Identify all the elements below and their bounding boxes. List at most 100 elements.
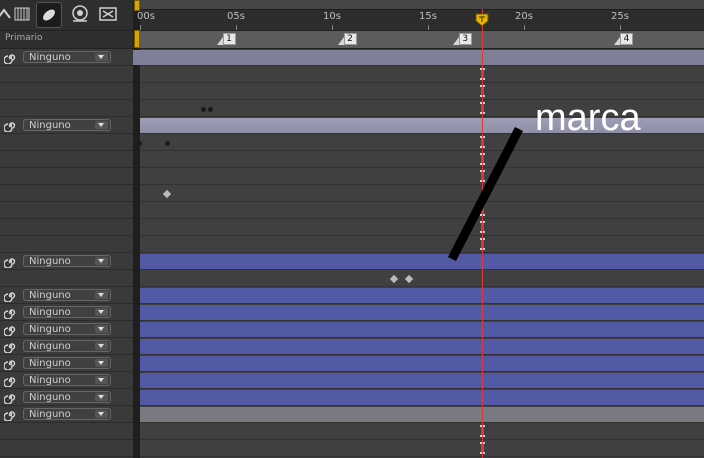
layer-row[interactable]: Ninguno <box>0 253 133 270</box>
keyframe-dot[interactable] <box>208 107 213 112</box>
work-area-bar[interactable] <box>140 0 704 10</box>
layer-row[interactable] <box>0 219 133 236</box>
layer-duration-bar[interactable] <box>140 254 704 269</box>
layer-track[interactable] <box>140 66 704 83</box>
layer-row[interactable] <box>0 168 133 185</box>
parent-dropdown[interactable]: Ninguno <box>23 323 111 335</box>
layer-track[interactable] <box>140 253 704 270</box>
parent-dropdown[interactable]: Ninguno <box>23 340 111 352</box>
pick-whip-icon[interactable] <box>4 323 17 336</box>
layer-track[interactable] <box>140 236 704 253</box>
layer-track[interactable] <box>140 372 704 389</box>
layer-track[interactable] <box>140 389 704 406</box>
marker-track-start-bracket[interactable] <box>134 30 140 48</box>
layer-track[interactable] <box>133 49 704 66</box>
layer-duration-bar[interactable] <box>140 356 704 371</box>
frame-blending-button[interactable] <box>10 2 34 26</box>
parent-dropdown[interactable]: Ninguno <box>23 51 111 63</box>
layer-row[interactable] <box>0 83 133 100</box>
layer-track[interactable] <box>140 219 704 236</box>
layer-duration-bar[interactable] <box>140 288 704 303</box>
layer-track[interactable] <box>140 168 704 185</box>
layer-duration-bar[interactable] <box>133 50 704 65</box>
layer-track[interactable] <box>140 321 704 338</box>
parent-dropdown[interactable]: Ninguno <box>23 306 111 318</box>
layer-row[interactable] <box>0 423 133 440</box>
pick-whip-icon[interactable] <box>4 374 17 387</box>
layer-row[interactable] <box>0 151 133 168</box>
panel-divider[interactable] <box>133 0 140 458</box>
parent-dropdown[interactable]: Ninguno <box>23 255 111 267</box>
graph-editor-button[interactable] <box>68 2 92 26</box>
layer-row[interactable] <box>0 66 133 83</box>
layer-track[interactable] <box>140 355 704 372</box>
parent-dropdown[interactable]: Ninguno <box>23 119 111 131</box>
layer-track[interactable] <box>140 202 704 219</box>
pick-whip-icon[interactable] <box>4 408 17 421</box>
work-area-start-handle[interactable] <box>134 0 140 11</box>
keyframe-dot[interactable] <box>201 107 206 112</box>
layer-row[interactable]: Ninguno <box>0 338 133 355</box>
layer-row[interactable]: Ninguno <box>0 49 133 66</box>
chevron-down-icon[interactable] <box>95 342 108 350</box>
layer-track[interactable] <box>140 287 704 304</box>
chevron-down-icon[interactable] <box>95 257 108 265</box>
composition-flowchart-button[interactable] <box>96 2 120 26</box>
layer-track[interactable] <box>140 338 704 355</box>
layer-track[interactable] <box>140 185 704 202</box>
layer-row[interactable] <box>0 185 133 202</box>
pick-whip-icon[interactable] <box>4 289 17 302</box>
pick-whip-icon[interactable] <box>4 357 17 370</box>
keyframe-dot[interactable] <box>137 141 142 146</box>
layer-duration-bar[interactable] <box>140 390 704 405</box>
parent-dropdown[interactable]: Ninguno <box>23 374 111 386</box>
layer-row[interactable] <box>0 100 133 117</box>
parent-dropdown[interactable]: Ninguno <box>23 408 111 420</box>
pick-whip-icon[interactable] <box>4 119 17 132</box>
layer-row[interactable]: Ninguno <box>0 321 133 338</box>
parent-dropdown[interactable]: Ninguno <box>23 391 111 403</box>
chevron-down-icon[interactable] <box>95 121 108 129</box>
parent-dropdown[interactable]: Ninguno <box>23 289 111 301</box>
pick-whip-icon[interactable] <box>4 340 17 353</box>
motion-blur-button[interactable] <box>36 2 62 28</box>
layer-track[interactable] <box>140 440 704 457</box>
chevron-down-icon[interactable] <box>95 393 108 401</box>
pick-whip-icon[interactable] <box>4 51 17 64</box>
layer-track[interactable] <box>140 304 704 321</box>
layer-duration-bar[interactable] <box>140 322 704 337</box>
layer-duration-bar[interactable] <box>140 305 704 320</box>
chevron-down-icon[interactable] <box>95 308 108 316</box>
chevron-down-icon[interactable] <box>95 325 108 333</box>
layer-track[interactable] <box>140 270 704 287</box>
keyframe-dot[interactable] <box>165 141 170 146</box>
layer-row[interactable]: Ninguno <box>0 117 133 134</box>
layer-row[interactable]: Ninguno <box>0 372 133 389</box>
chevron-down-icon[interactable] <box>95 410 108 418</box>
layer-row[interactable]: Ninguno <box>0 304 133 321</box>
time-ruler[interactable]: 00s 05s 10s 15s 20s 25s <box>137 0 704 30</box>
layer-row[interactable]: Ninguno <box>0 355 133 372</box>
chevron-down-icon[interactable] <box>95 53 108 61</box>
current-time-indicator-handle[interactable] <box>475 13 489 27</box>
layer-duration-bar[interactable] <box>140 339 704 354</box>
layer-row[interactable]: Ninguno <box>0 406 133 423</box>
marker-track[interactable]: 1 2 3 4 <box>140 30 704 49</box>
chevron-down-icon[interactable] <box>95 359 108 367</box>
chevron-down-icon[interactable] <box>95 291 108 299</box>
layer-duration-bar[interactable] <box>140 373 704 388</box>
layer-row[interactable]: Ninguno <box>0 287 133 304</box>
layer-track[interactable] <box>140 151 704 168</box>
pick-whip-icon[interactable] <box>4 255 17 268</box>
layer-row[interactable] <box>0 236 133 253</box>
layer-duration-bar[interactable] <box>140 407 704 422</box>
layer-row[interactable] <box>0 202 133 219</box>
layer-track[interactable] <box>140 406 704 423</box>
pick-whip-icon[interactable] <box>4 391 17 404</box>
timeline-area[interactable]: 00s 05s 10s 15s 20s 25s 1 2 3 4 <box>133 0 704 458</box>
parent-dropdown[interactable]: Ninguno <box>23 357 111 369</box>
chevron-down-icon[interactable] <box>95 376 108 384</box>
layer-track[interactable] <box>140 423 704 440</box>
layer-row[interactable] <box>0 440 133 457</box>
pick-whip-icon[interactable] <box>4 306 17 319</box>
